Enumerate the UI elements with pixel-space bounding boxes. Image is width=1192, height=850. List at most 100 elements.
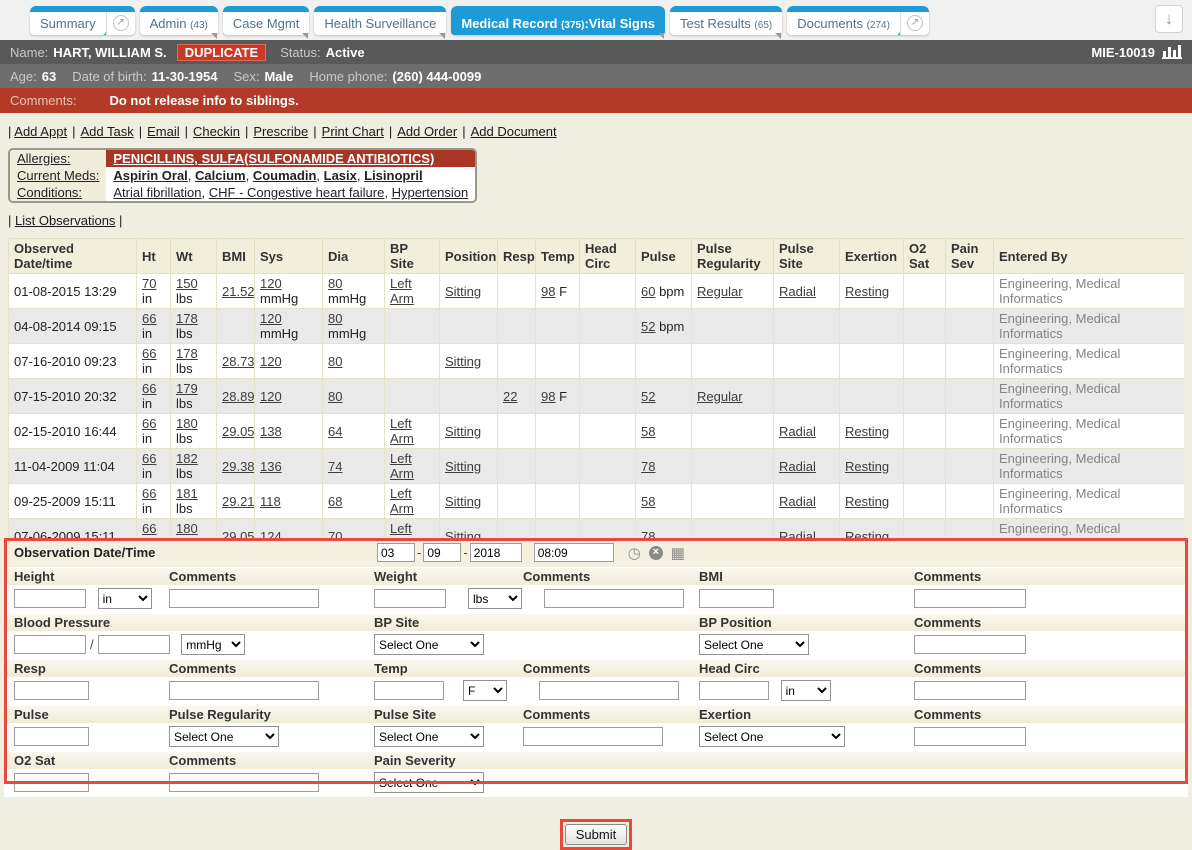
tab-admin[interactable]: Admin (43) bbox=[140, 6, 218, 35]
obs-value-link[interactable]: Left Arm bbox=[390, 416, 414, 446]
obs-value-link[interactable]: 58 bbox=[641, 494, 655, 509]
obs-value-link[interactable]: Sitting bbox=[445, 284, 481, 299]
weight-comments-input[interactable] bbox=[544, 589, 684, 608]
o2-sat-comments-input[interactable] bbox=[169, 773, 319, 792]
list-observations-link[interactable]: List Observations bbox=[15, 213, 115, 228]
obs-value-link[interactable]: Left Arm bbox=[390, 486, 414, 516]
obs-value-link[interactable]: 29.05 bbox=[222, 424, 255, 439]
bmi-input[interactable] bbox=[699, 589, 774, 608]
obs-value-link[interactable]: 80 bbox=[328, 354, 342, 369]
exertion-comments-input[interactable] bbox=[914, 727, 1026, 746]
resp-input[interactable] bbox=[14, 681, 89, 700]
obs-value-link[interactable]: 28.89 bbox=[222, 389, 255, 404]
bmi-comments-input[interactable] bbox=[914, 589, 1026, 608]
temp-comments-input[interactable] bbox=[539, 681, 679, 700]
chart-icon[interactable] bbox=[1162, 45, 1182, 59]
med-link-aspirin-oral[interactable]: Aspirin Oral bbox=[113, 168, 187, 183]
obs-value-link[interactable]: 80 bbox=[328, 311, 342, 326]
head-circ-unit-select[interactable]: in bbox=[781, 680, 831, 701]
obs-value-link[interactable]: Radial bbox=[779, 284, 816, 299]
pain-severity-select[interactable]: Select One bbox=[374, 772, 484, 793]
obs-value-link[interactable]: 118 bbox=[260, 494, 281, 509]
tab-popout[interactable]: ↗ bbox=[900, 12, 929, 35]
action-link-checkin[interactable]: Checkin bbox=[193, 124, 240, 139]
obs-value-link[interactable]: 182 bbox=[176, 451, 198, 466]
obs-value-link[interactable]: 52 bbox=[641, 319, 655, 334]
obs-value-link[interactable]: 60 bbox=[641, 284, 655, 299]
submit-button[interactable]: Submit bbox=[565, 824, 627, 845]
obs-value-link[interactable]: 98 bbox=[541, 284, 555, 299]
action-link-email[interactable]: Email bbox=[147, 124, 180, 139]
o2-sat-input[interactable] bbox=[14, 773, 89, 792]
obs-value-link[interactable]: 78 bbox=[641, 459, 655, 474]
clear-icon[interactable]: × bbox=[649, 546, 663, 560]
action-link-print-chart[interactable]: Print Chart bbox=[322, 124, 384, 139]
date-month-input[interactable] bbox=[377, 543, 415, 562]
obs-value-link[interactable]: 70 bbox=[142, 276, 156, 291]
calendar-icon[interactable]: ▦ bbox=[671, 544, 685, 562]
obs-value-link[interactable]: 66 bbox=[142, 486, 156, 501]
download-icon[interactable]: ↓ bbox=[1155, 5, 1183, 33]
obs-value-link[interactable]: 66 bbox=[142, 311, 156, 326]
obs-value-link[interactable]: 98 bbox=[541, 389, 555, 404]
obs-value-link[interactable]: Resting bbox=[845, 284, 889, 299]
allergies-label-link[interactable]: Allergies: bbox=[17, 151, 70, 166]
date-year-input[interactable] bbox=[470, 543, 522, 562]
tab-popout[interactable]: ↗ bbox=[106, 12, 135, 35]
obs-value-link[interactable]: 29.05 bbox=[222, 529, 255, 539]
bp-position-select[interactable]: Select One bbox=[699, 634, 809, 655]
obs-value-link[interactable]: 120 bbox=[260, 354, 282, 369]
height-input[interactable] bbox=[14, 589, 86, 608]
med-link-calcium[interactable]: Calcium bbox=[195, 168, 246, 183]
obs-value-link[interactable]: 66 bbox=[142, 346, 156, 361]
tab-health-surveillance[interactable]: Health Surveillance bbox=[314, 6, 446, 35]
bp-site-select[interactable]: Select One bbox=[374, 634, 484, 655]
clock-icon[interactable]: ◷ bbox=[628, 544, 641, 562]
obs-value-link[interactable]: 80 bbox=[328, 389, 342, 404]
obs-value-link[interactable]: 28.73 bbox=[222, 354, 255, 369]
obs-value-link[interactable]: 180 bbox=[176, 521, 198, 536]
obs-value-link[interactable]: 178 bbox=[176, 311, 198, 326]
obs-value-link[interactable]: 181 bbox=[176, 486, 198, 501]
pulse-input[interactable] bbox=[14, 727, 89, 746]
obs-value-link[interactable]: 66 bbox=[142, 381, 156, 396]
obs-value-link[interactable]: 29.38 bbox=[222, 459, 255, 474]
obs-value-link[interactable]: Radial bbox=[779, 459, 816, 474]
obs-value-link[interactable]: Resting bbox=[845, 494, 889, 509]
obs-value-link[interactable]: 66 bbox=[142, 451, 156, 466]
obs-value-link[interactable]: 80 bbox=[328, 276, 342, 291]
pulse-comments-input[interactable] bbox=[523, 727, 663, 746]
obs-value-link[interactable]: Sitting bbox=[445, 529, 481, 539]
head-circ-input[interactable] bbox=[699, 681, 769, 700]
obs-value-link[interactable]: 120 bbox=[260, 276, 282, 291]
med-link-lisinopril[interactable]: Lisinopril bbox=[364, 168, 423, 183]
obs-value-link[interactable]: 70 bbox=[328, 529, 342, 539]
temp-input[interactable] bbox=[374, 681, 444, 700]
obs-value-link[interactable]: Regular bbox=[697, 389, 743, 404]
exertion-select[interactable]: Select One bbox=[699, 726, 845, 747]
obs-value-link[interactable]: Radial bbox=[779, 494, 816, 509]
action-link-add-appt[interactable]: Add Appt bbox=[14, 124, 67, 139]
obs-value-link[interactable]: 52 bbox=[641, 389, 655, 404]
obs-value-link[interactable]: Left Arm bbox=[390, 276, 414, 306]
obs-value-link[interactable]: Regular bbox=[697, 284, 743, 299]
height-unit-select[interactable]: in bbox=[98, 588, 152, 609]
obs-value-link[interactable]: Resting bbox=[845, 424, 889, 439]
bp-diastolic-input[interactable] bbox=[98, 635, 170, 654]
bp-comments-input[interactable] bbox=[914, 635, 1026, 654]
weight-input[interactable] bbox=[374, 589, 446, 608]
weight-unit-select[interactable]: lbs bbox=[468, 588, 522, 609]
obs-value-link[interactable]: Sitting bbox=[445, 494, 481, 509]
obs-value-link[interactable]: 29.21 bbox=[222, 494, 255, 509]
pulse-regularity-select[interactable]: Select One bbox=[169, 726, 279, 747]
tab-case-mgmt[interactable]: Case Mgmt bbox=[223, 6, 309, 35]
action-link-prescribe[interactable]: Prescribe bbox=[253, 124, 308, 139]
action-link-add-order[interactable]: Add Order bbox=[397, 124, 457, 139]
obs-value-link[interactable]: 124 bbox=[260, 529, 282, 539]
temp-unit-select[interactable]: F bbox=[463, 680, 507, 701]
obs-value-link[interactable]: 78 bbox=[641, 529, 655, 539]
bp-unit-select[interactable]: mmHg bbox=[181, 634, 245, 655]
condition-link-atrial-fibrillation[interactable]: Atrial fibrillation bbox=[113, 185, 201, 200]
date-day-input[interactable] bbox=[423, 543, 461, 562]
obs-value-link[interactable]: Sitting bbox=[445, 354, 481, 369]
